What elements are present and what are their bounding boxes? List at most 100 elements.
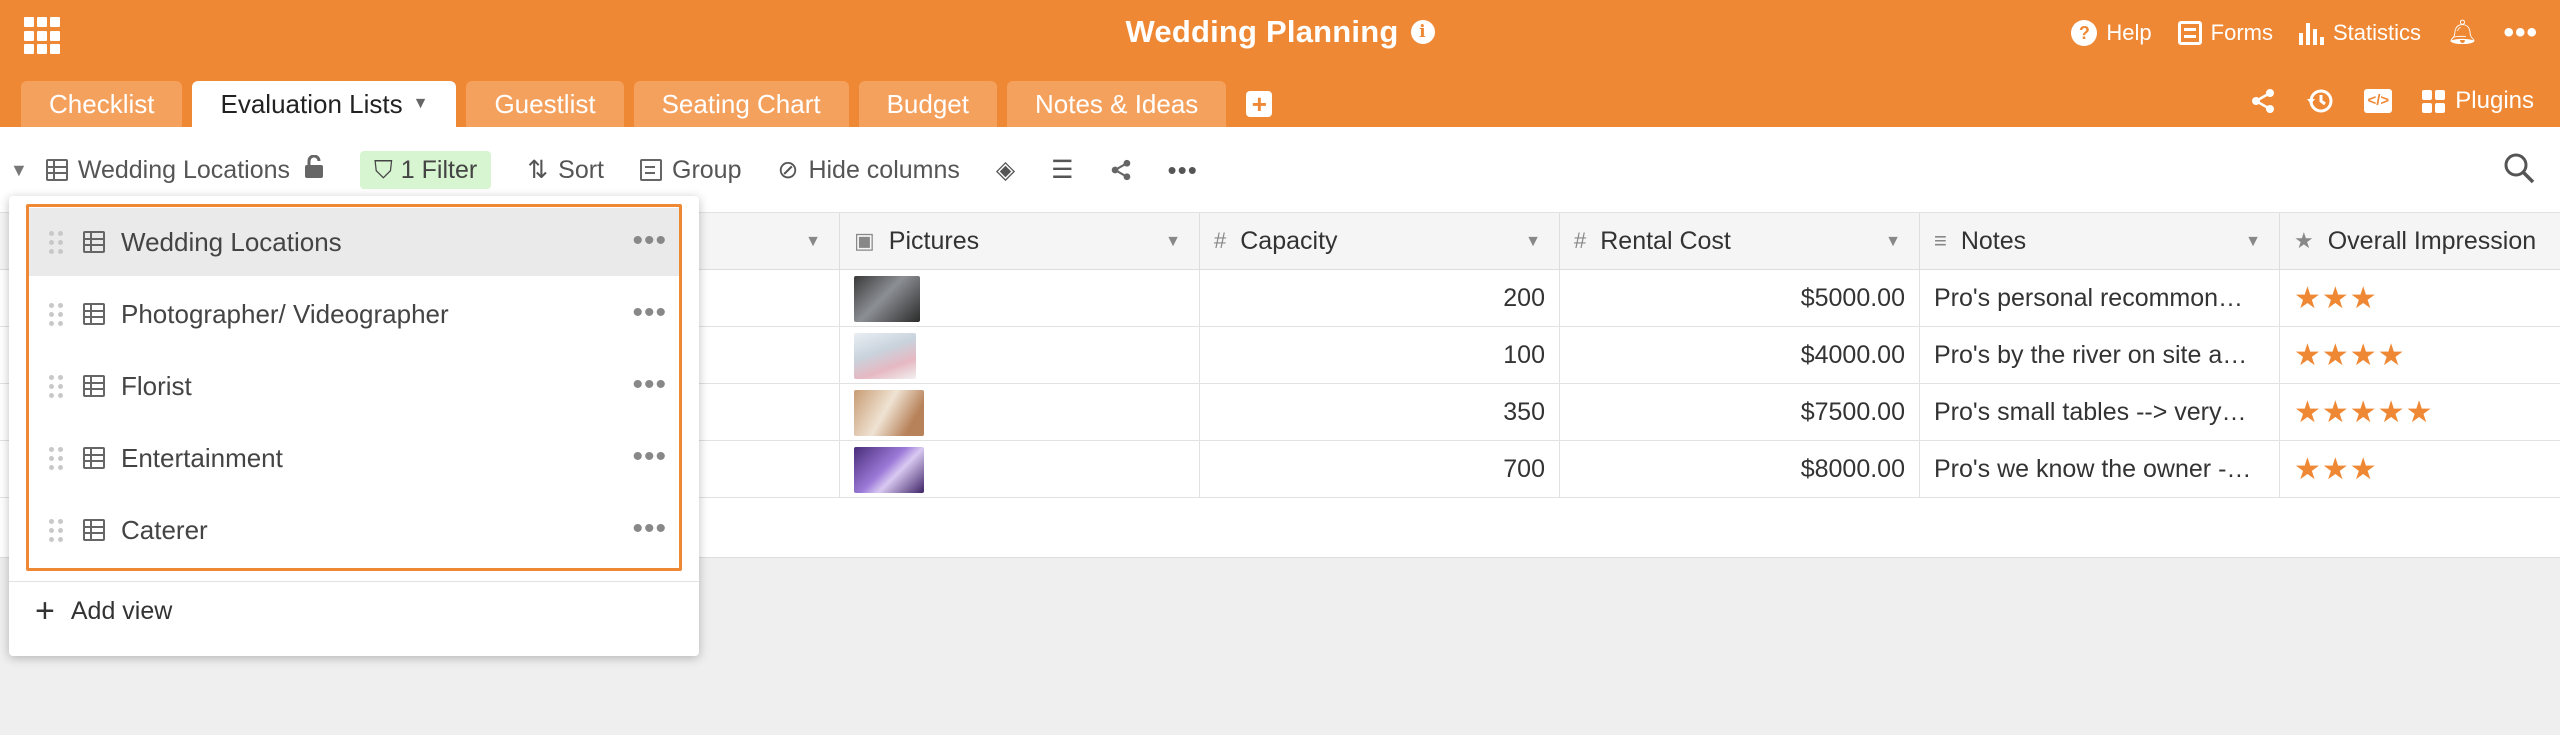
tab-notes-ideas[interactable]: Notes & Ideas — [1006, 81, 1227, 127]
history-icon[interactable] — [2306, 87, 2334, 115]
drag-handle-icon[interactable] — [49, 518, 63, 542]
column-header-capacity[interactable]: # Capacity ▼ — [1200, 213, 1560, 270]
rental-cost-cell[interactable]: $8000.00 — [1560, 441, 1920, 498]
column-header-overall-impression[interactable]: ★ Overall Impression — [2280, 213, 2560, 270]
tab-label: Checklist — [49, 88, 155, 119]
drag-handle-icon[interactable] — [49, 446, 63, 470]
drag-handle-icon[interactable] — [49, 374, 63, 398]
pictures-cell[interactable] — [840, 384, 1200, 441]
view-item-caterer[interactable]: Caterer ••• — [29, 496, 679, 564]
grid-view-icon — [83, 519, 105, 541]
view-more-button[interactable]: ••• — [1168, 155, 1198, 186]
column-label: Pictures — [888, 226, 980, 255]
rental-cost-cell[interactable]: $5000.00 — [1560, 270, 1920, 327]
more-icon[interactable]: ••• — [632, 224, 667, 258]
chevron-down-icon[interactable]: ▼ — [1525, 233, 1541, 251]
row-height-button[interactable]: ☰ — [1051, 155, 1073, 185]
tab-guestlist[interactable]: Guestlist — [466, 81, 624, 127]
chevron-down-icon[interactable]: ▼ — [2245, 233, 2261, 251]
share-icon[interactable] — [2250, 88, 2276, 114]
base-title[interactable]: Wedding Planning — [1126, 14, 1399, 50]
notes-cell[interactable]: Pro's small tables --> very… — [1920, 384, 2280, 441]
impression-cell[interactable]: ★★★ — [2280, 441, 2560, 498]
impression-cell[interactable]: ★★★★★ — [2280, 384, 2560, 441]
drag-handle-icon[interactable] — [49, 230, 63, 254]
location-thumbnail[interactable] — [854, 446, 924, 493]
notes-cell[interactable]: Pro's personal recommon… — [1920, 270, 2280, 327]
view-item-photographer-videographer[interactable]: Photographer/ Videographer ••• — [29, 280, 679, 348]
view-item-wedding-locations[interactable]: Wedding Locations ••• — [29, 208, 679, 276]
column-label: Notes — [1960, 226, 2027, 255]
add-table-button[interactable]: + — [1236, 81, 1282, 127]
group-button[interactable]: Group — [640, 156, 741, 185]
star-rating: ★★★★ — [2294, 339, 2406, 372]
column-header-notes[interactable]: ≡ Notes ▼ — [1920, 213, 2280, 270]
notes-cell[interactable]: Pro's by the river on site a… — [1920, 327, 2280, 384]
grid-view-icon — [83, 447, 105, 469]
row-color-button[interactable]: ◈ — [996, 155, 1015, 185]
code-icon[interactable]: </> — [2364, 89, 2393, 113]
more-icon[interactable]: ••• — [632, 512, 667, 546]
forms-label: Forms — [2210, 20, 2273, 45]
sort-button[interactable]: ⇅ Sort — [527, 155, 604, 185]
add-view-button[interactable]: + Add view — [35, 594, 172, 628]
chevron-down-icon[interactable]: ▼ — [1165, 233, 1181, 251]
star-rating: ★★★ — [2294, 453, 2378, 486]
forms-button[interactable]: Forms — [2177, 20, 2273, 46]
tab-checklist[interactable]: Checklist — [21, 81, 183, 127]
capacity-cell[interactable]: 100 — [1200, 327, 1560, 384]
rental-cost-cell[interactable]: $7500.00 — [1560, 384, 1920, 441]
chevron-down-icon[interactable]: ▼ — [1885, 233, 1901, 251]
capacity-cell[interactable]: 200 — [1200, 270, 1560, 327]
group-icon — [640, 159, 662, 181]
pictures-cell[interactable] — [840, 441, 1200, 498]
more-icon[interactable]: ••• — [632, 296, 667, 330]
more-icon[interactable]: ••• — [632, 440, 667, 474]
chevron-down-icon[interactable]: ▼ — [805, 233, 821, 251]
location-thumbnail[interactable] — [854, 389, 924, 436]
statistics-button[interactable]: Statistics — [2298, 20, 2421, 46]
tab-label: Notes & Ideas — [1034, 88, 1199, 119]
long-text-icon: ≡ — [1934, 228, 1947, 253]
collapse-caret-icon[interactable]: ▼ — [10, 160, 28, 181]
unlock-icon[interactable] — [304, 154, 324, 185]
impression-cell[interactable]: ★★★ — [2280, 270, 2560, 327]
current-view-name: Wedding Locations — [77, 155, 291, 184]
tab-budget[interactable]: Budget — [858, 81, 997, 127]
chevron-down-icon[interactable]: ▼ — [413, 95, 429, 113]
drag-handle-icon[interactable] — [49, 302, 63, 326]
search-icon[interactable] — [2502, 151, 2536, 185]
notifications-button[interactable]: 🔔︎ — [2447, 21, 2477, 45]
view-item-florist[interactable]: Florist ••• — [29, 352, 679, 420]
number-icon: # — [1574, 228, 1587, 253]
column-label: Capacity — [1240, 226, 1338, 255]
help-button[interactable]: ? Help — [2071, 20, 2152, 46]
plugins-button[interactable]: Plugins — [2422, 87, 2534, 115]
add-view-label: Add view — [70, 596, 173, 625]
more-menu-button[interactable]: ••• — [2503, 18, 2538, 48]
star-rating: ★★★ — [2294, 282, 2378, 315]
impression-cell[interactable]: ★★★★ — [2280, 327, 2560, 384]
capacity-cell[interactable]: 700 — [1200, 441, 1560, 498]
filter-button[interactable]: ⛉ 1 Filter — [360, 151, 492, 189]
capacity-cell[interactable]: 350 — [1200, 384, 1560, 441]
view-selector[interactable]: Wedding Locations — [45, 154, 324, 185]
pictures-cell[interactable] — [840, 327, 1200, 384]
tab-evaluation-lists[interactable]: Evaluation Lists ▼ — [192, 81, 457, 127]
view-label: Photographer/ Videographer — [121, 298, 449, 329]
rental-cost-value: $7500.00 — [1800, 398, 1905, 426]
tab-label: Seating Chart — [661, 88, 821, 119]
tab-seating-chart[interactable]: Seating Chart — [633, 81, 849, 127]
pictures-cell[interactable] — [840, 270, 1200, 327]
view-item-entertainment[interactable]: Entertainment ••• — [29, 424, 679, 492]
notes-cell[interactable]: Pro's we know the owner -… — [1920, 441, 2280, 498]
rental-cost-cell[interactable]: $4000.00 — [1560, 327, 1920, 384]
share-view-button[interactable] — [1110, 159, 1132, 181]
column-header-rental-cost[interactable]: # Rental Cost ▼ — [1560, 213, 1920, 270]
more-icon[interactable]: ••• — [632, 368, 667, 402]
location-thumbnail[interactable] — [854, 332, 916, 379]
hide-columns-button[interactable]: ⊘ Hide columns — [777, 155, 959, 185]
column-header-pictures[interactable]: ▣ Pictures ▼ — [840, 213, 1200, 270]
info-icon[interactable]: i — [1410, 20, 1435, 44]
location-thumbnail[interactable] — [854, 275, 920, 322]
